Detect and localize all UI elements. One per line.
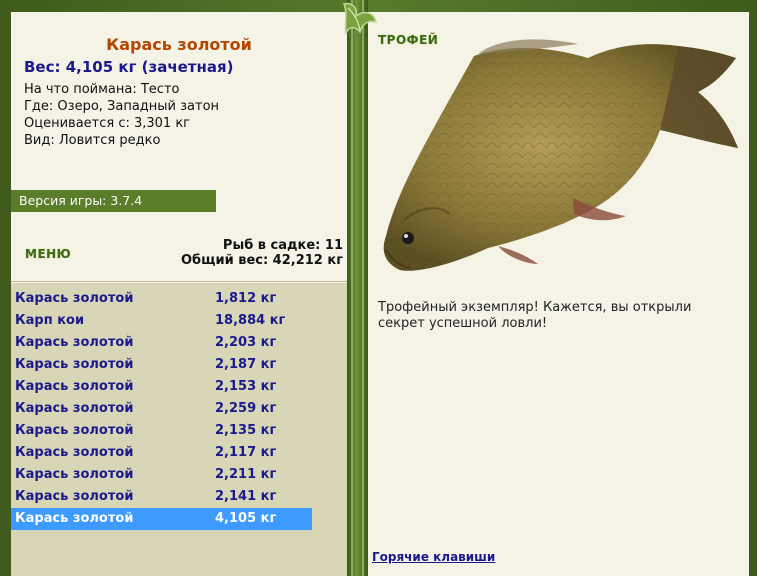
fish-list-row[interactable]: Карась золотой 1,812 кг xyxy=(11,288,312,310)
fish-list-row[interactable]: Карась золотой 2,135 кг xyxy=(11,420,312,442)
trophy-message: Трофейный экземпляр! Кажется, вы открыли… xyxy=(378,300,692,331)
value-info: Оценивается с: 3,301 кг xyxy=(24,116,191,131)
fish-list-name: Карась золотой xyxy=(15,511,134,526)
fish-list-name: Карась золотой xyxy=(15,467,134,482)
version-badge: Версия игры: 3.7.4 xyxy=(11,190,216,212)
fish-list-weight: 2,187 кг xyxy=(215,357,277,372)
fish-list-name: Карась золотой xyxy=(15,335,134,350)
fish-list-weight: 18,884 кг xyxy=(215,313,286,328)
fish-list-row[interactable]: Карась золотой 2,211 кг xyxy=(11,464,312,486)
list-separator xyxy=(11,281,347,282)
keepnet-count: Рыб в садке: 11 xyxy=(222,238,343,253)
hotkeys-link[interactable]: Горячие клавиши xyxy=(372,550,495,564)
fish-list-weight: 1,812 кг xyxy=(215,291,277,306)
menu-button[interactable]: МЕНЮ xyxy=(25,247,71,261)
place-info: Где: Озеро, Западный затон xyxy=(24,99,220,114)
fish-title: Карась золотой xyxy=(106,35,252,54)
fish-weight: Вес: 4,105 кг (зачетная) xyxy=(24,58,234,76)
fish-list-name: Карась золотой xyxy=(15,489,134,504)
bait-info: На что поймана: Тесто xyxy=(24,82,180,97)
fish-list-row[interactable]: Карась золотой 2,117 кг xyxy=(11,442,312,464)
fish-list-weight: 2,203 кг xyxy=(215,335,277,350)
fish-list-weight: 2,259 кг xyxy=(215,401,277,416)
fish-list-name: Карп кои xyxy=(15,313,85,328)
fish-list-weight: 2,153 кг xyxy=(215,379,277,394)
fish-list-weight: 4,105 кг xyxy=(215,511,277,526)
fish-image xyxy=(383,39,738,271)
keepnet-total: Общий вес: 42,212 кг xyxy=(180,253,343,268)
fish-list-row[interactable]: Карась золотой 2,141 кг xyxy=(11,486,312,508)
rarity-info: Вид: Ловится редко xyxy=(24,133,161,148)
fish-list-weight: 2,135 кг xyxy=(215,423,277,438)
fish-list-weight: 2,211 кг xyxy=(215,467,277,482)
fish-list-row[interactable]: Карась золотой 2,259 кг xyxy=(11,398,312,420)
fish-list-name: Карась золотой xyxy=(15,291,134,306)
fish-list-name: Карась золотой xyxy=(15,379,134,394)
fish-list-row[interactable]: Карась золотой 4,105 кг xyxy=(11,508,312,530)
fish-list-name: Карась золотой xyxy=(15,423,134,438)
fish-list-row[interactable]: Карась золотой 2,153 кг xyxy=(11,376,312,398)
fish-list-row[interactable]: Карась золотой 2,187 кг xyxy=(11,354,312,376)
fish-list-name: Карась золотой xyxy=(15,401,134,416)
fish-list-weight: 2,141 кг xyxy=(215,489,277,504)
keepnet-stats: Рыб в садке: 11 Общий вес: 42,212 кг xyxy=(181,238,343,268)
fish-list-weight: 2,117 кг xyxy=(215,445,277,460)
fish-list-row[interactable]: Карп кои 18,884 кг xyxy=(11,310,312,332)
fish-list-name: Карась золотой xyxy=(15,357,134,372)
panel-divider xyxy=(347,0,368,576)
fish-list-name: Карась золотой xyxy=(15,445,134,460)
fish-list-row[interactable]: Карась золотой 2,203 кг xyxy=(11,332,312,354)
